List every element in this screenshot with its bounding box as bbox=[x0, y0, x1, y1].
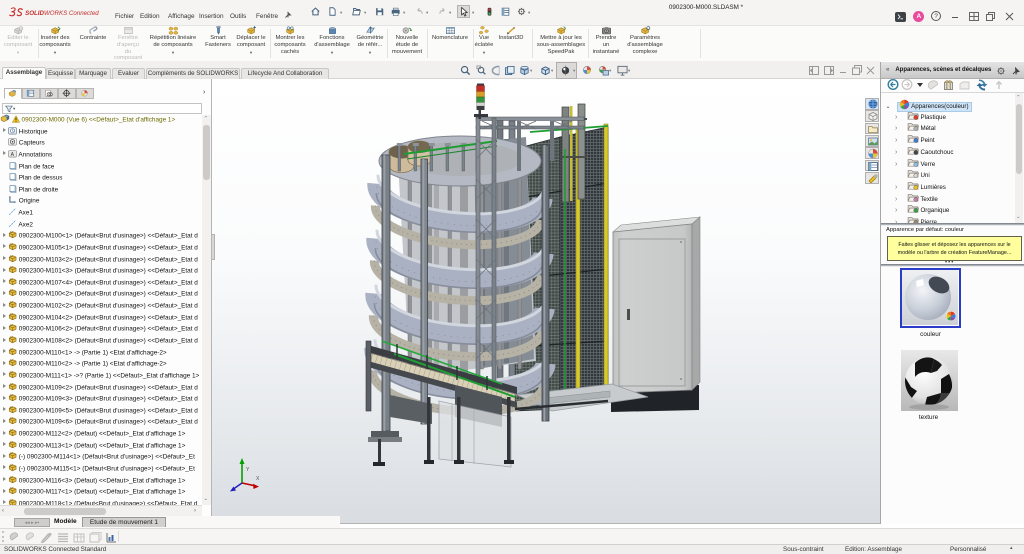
svg-text:Y: Y bbox=[246, 467, 250, 473]
svg-text:A: A bbox=[11, 152, 15, 158]
svg-text:X: X bbox=[256, 476, 260, 482]
svg-text:SOLIDWORKS Connected: SOLIDWORKS Connected bbox=[25, 10, 99, 17]
